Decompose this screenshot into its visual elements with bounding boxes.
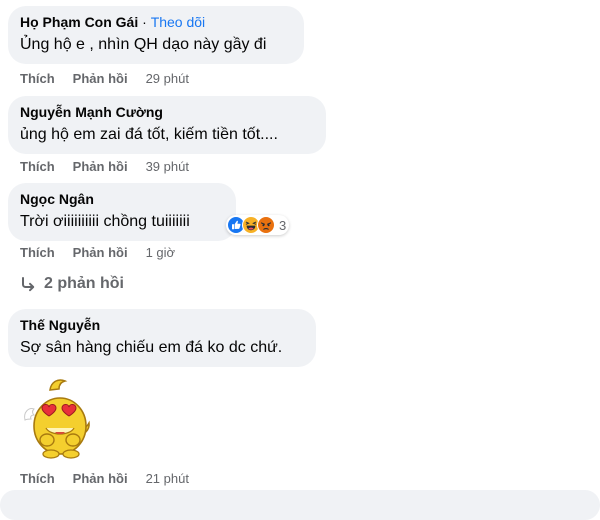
comment-author[interactable]: Họ Phạm Con Gái: [20, 14, 138, 30]
comment-text: Sợ sân hàng chiếu em đá ko dc chứ.: [20, 339, 283, 356]
comment-author[interactable]: Nguyễn Mạnh Cường: [20, 104, 314, 121]
love-eyes-sticker[interactable]: [17, 376, 103, 462]
like-button[interactable]: Thích: [20, 471, 55, 487]
comment-author[interactable]: Thế Nguyễn: [20, 317, 304, 334]
angry-icon: [257, 216, 275, 234]
reaction-count: 3: [279, 217, 287, 233]
comment-actions: Thích Phản hồi 39 phút: [20, 159, 189, 175]
like-button[interactable]: Thích: [20, 245, 55, 261]
reply-arrow-icon: [22, 277, 35, 292]
comment-bubble: Ngọc Ngân Trời ơiiiiiiiiii chồng tuiiiii…: [8, 183, 236, 241]
comment-time[interactable]: 1 giờ: [146, 245, 176, 261]
reply-button[interactable]: Phản hồi: [73, 159, 128, 175]
comment-text: Trời ơiiiiiiiiii chồng tuiiiiiii: [20, 213, 190, 230]
comment-bubble: Nguyễn Mạnh Cường ủng hộ em zai đá tốt, …: [8, 96, 326, 154]
comment-bubble: Thế Nguyễn Sợ sân hàng chiếu em đá ko dc…: [8, 309, 316, 367]
comment-bubble-partial: [0, 490, 600, 520]
comment-text: Ủng hộ e , nhìn QH dạo này gầy đi: [20, 36, 267, 53]
reply-button[interactable]: Phản hồi: [73, 245, 128, 261]
reaction-summary[interactable]: 3: [226, 215, 290, 235]
like-button[interactable]: Thích: [20, 71, 55, 87]
comment-bubble: Họ Phạm Con Gái · Theo dõi Ủng hộ e , nh…: [8, 6, 304, 64]
comment-time[interactable]: 29 phút: [146, 71, 189, 87]
comment-text: ủng hộ em zai đá tốt, kiếm tiền tốt....: [20, 126, 278, 143]
view-replies-button[interactable]: 2 phản hồi: [20, 275, 124, 293]
separator-dot: ·: [142, 14, 147, 30]
comment-actions: Thích Phản hồi 21 phút: [20, 471, 189, 487]
view-replies-label: 2 phản hồi: [44, 275, 124, 292]
comment-actions: Thích Phản hồi 29 phút: [20, 71, 189, 87]
comment-time[interactable]: 21 phút: [146, 471, 189, 487]
reply-button[interactable]: Phản hồi: [73, 471, 128, 487]
follow-button[interactable]: Theo dõi: [151, 14, 205, 30]
reply-button[interactable]: Phản hồi: [73, 71, 128, 87]
comment-actions: Thích Phản hồi 1 giờ: [20, 245, 175, 261]
comment-time[interactable]: 39 phút: [146, 159, 189, 175]
like-button[interactable]: Thích: [20, 159, 55, 175]
comment-author[interactable]: Ngọc Ngân: [20, 191, 224, 208]
